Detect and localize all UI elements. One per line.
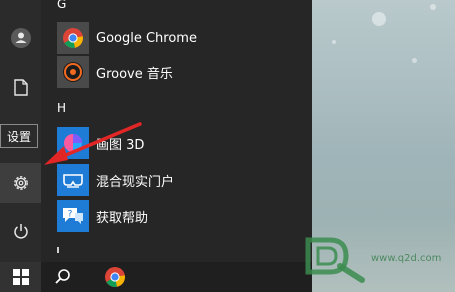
- user-account-button[interactable]: [0, 19, 41, 57]
- document-icon: [13, 78, 28, 96]
- start-button[interactable]: [0, 262, 41, 292]
- app-tile: [57, 127, 89, 159]
- app-paint-3d[interactable]: 画图 3D: [57, 126, 287, 160]
- watermark-logo: [305, 237, 365, 283]
- windows-logo-icon: [12, 269, 29, 285]
- search-icon: [55, 269, 70, 284]
- app-label: 画图 3D: [96, 137, 145, 153]
- app-tile: [57, 56, 89, 88]
- settings-button[interactable]: [0, 163, 41, 203]
- app-label: Google Chrome: [96, 30, 197, 46]
- app-groove-music[interactable]: Groove 音乐: [57, 55, 287, 89]
- list-divider: [57, 247, 59, 253]
- groove-music-icon: [63, 62, 83, 82]
- app-tile: [57, 22, 89, 54]
- get-help-icon: ?: [63, 208, 83, 224]
- svg-text:?: ?: [68, 210, 73, 220]
- chrome-icon: [63, 28, 83, 48]
- app-google-chrome[interactable]: Google Chrome: [57, 21, 287, 55]
- group-header-g[interactable]: G: [57, 0, 66, 11]
- start-menu: 设置 G Google Chrome Groove 音乐 H 画图 3D 混合现…: [0, 0, 312, 262]
- user-icon: [10, 28, 31, 48]
- mixed-reality-icon: [63, 174, 83, 188]
- taskbar-search-button[interactable]: [54, 268, 72, 290]
- power-icon: [13, 224, 28, 239]
- power-button[interactable]: [0, 212, 41, 250]
- app-label: Groove 音乐: [96, 66, 173, 82]
- app-label: 混合现实门户: [96, 174, 175, 190]
- taskbar: [0, 262, 312, 292]
- taskbar-chrome-button[interactable]: [104, 266, 126, 292]
- documents-button[interactable]: [0, 68, 41, 106]
- watermark-text: www.q2d.com: [371, 253, 442, 264]
- group-header-h[interactable]: H: [57, 101, 66, 115]
- settings-icon: [13, 176, 28, 190]
- app-tile: ?: [57, 200, 89, 232]
- chrome-icon: [105, 267, 125, 287]
- app-get-help[interactable]: ? 获取帮助: [57, 199, 287, 233]
- settings-tooltip: 设置: [0, 124, 38, 148]
- app-mixed-reality-portal[interactable]: 混合现实门户: [57, 163, 287, 197]
- app-tile: [57, 164, 89, 196]
- paint-3d-icon: [64, 134, 82, 152]
- app-label: 获取帮助: [96, 210, 149, 226]
